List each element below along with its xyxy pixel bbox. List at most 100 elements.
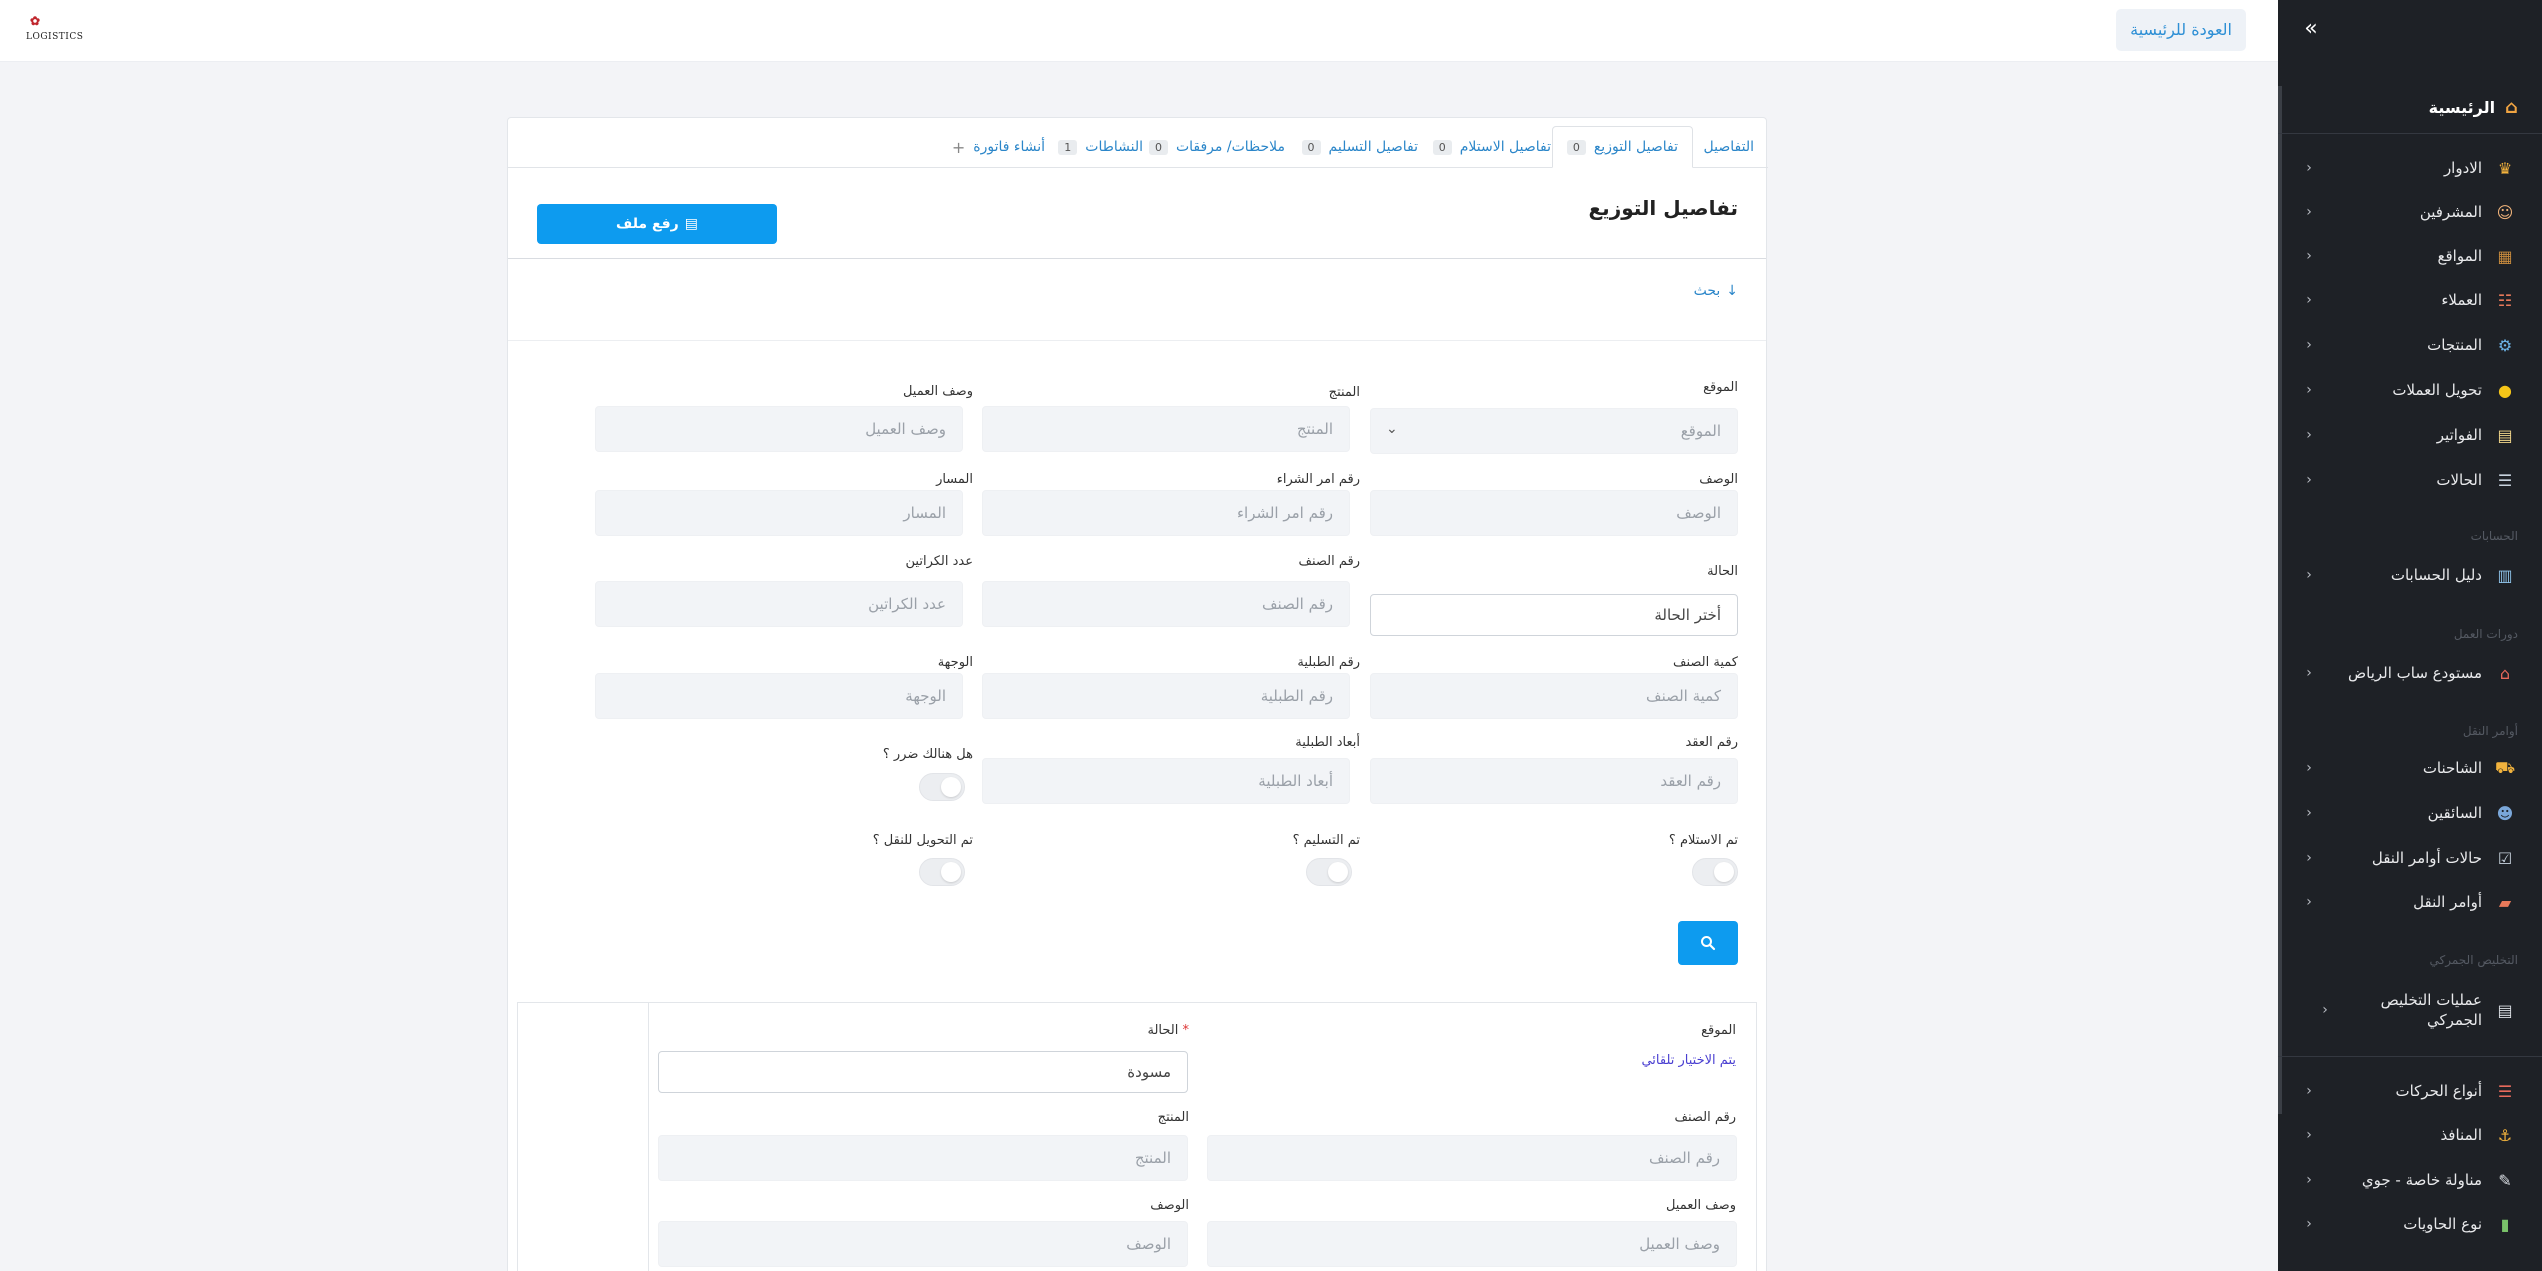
sidebar-item-container-types[interactable]: ▮ نوع الحاويات ‹ [2278,1204,2542,1244]
sidebar-home-label: الرئيسية [2428,98,2496,117]
subform-site-label: الموقع [1701,1023,1736,1038]
received-toggle[interactable] [1692,858,1738,886]
sidebar-item-currency[interactable]: ● تحويل العملات ‹ [2278,370,2542,410]
description-input[interactable]: الوصف [1370,490,1738,536]
tab-create-invoice[interactable]: أنشاء فاتورة + [938,126,1059,168]
subform-product-label: المنتج [1157,1110,1189,1125]
roles-icon: ♛ [2497,158,2513,178]
site-select[interactable]: الموقع [1370,408,1738,454]
chevron-left-icon: ‹ [2306,160,2312,176]
tab-notes-attachments[interactable]: ملاحظات/ مرفقات 0 [1135,126,1299,168]
orders-icon: ▰ [2498,892,2512,912]
products-icon: ⚙ [2497,335,2513,355]
containers-icon: ▮ [2500,1214,2510,1234]
driver-icon: ☻ [2496,803,2514,823]
delivered-label: تم التسليم ؟ [1292,833,1360,848]
chevron-left-icon: ‹ [2306,1127,2312,1143]
chevron-left-icon: ‹ [2322,1002,2328,1018]
chevron-left-icon: ‹ [2306,805,2312,821]
sidebar-item-supervisors[interactable]: ☺ المشرفين ‹ [2278,192,2542,232]
po-number-input[interactable]: رقم امر الشراء [982,490,1350,536]
cartons-input[interactable]: عدد الكراتين [595,581,963,627]
sidebar-item-label: السائقين [2427,803,2482,822]
sidebar-item-transport-statuses[interactable]: ☑ حالات أوامر النقل ‹ [2278,838,2542,878]
collapse-sidebar-icon[interactable]: » [2298,16,2324,42]
sidebar-item-roles[interactable]: ♛ الادوار ‹ [2278,148,2542,188]
sidebar-item-label: المنافذ [2440,1125,2482,1144]
chevron-left-icon: ‹ [2306,760,2312,776]
client-desc-input[interactable]: وصف العميل [595,406,963,452]
destination-input[interactable]: الوجهة [595,673,963,719]
subform-product-input[interactable]: المنتج [658,1135,1188,1181]
product-input[interactable]: المنتج [982,406,1350,452]
tab-delivery-details[interactable]: تفاصيل التسليم 0 [1288,126,1432,168]
sidebar-item-drivers[interactable]: ☻ السائقين ‹ [2278,793,2542,833]
tab-label: تفاصيل التسليم [1328,139,1418,155]
tab-distribution-details[interactable]: تفاصيل التوزيع 0 [1551,126,1693,168]
sidebar-item-label: مستودع ساب الرياض [2347,663,2482,682]
warehouse-icon: ⌂ [2499,663,2511,683]
chevron-left-icon: ‹ [2306,567,2312,583]
top-bar: ✿ LOGISTICS العودة للرئيسية [0,0,2278,62]
subform-item-number-input[interactable]: رقم الصنف [1207,1135,1737,1181]
subform-status-select[interactable]: مسودة [658,1051,1188,1093]
sidebar-item-warehouse[interactable]: ⌂ مستودع ساب الرياض ‹ [2278,653,2542,693]
customs-icon: ▤ [2497,1000,2513,1020]
subform-client-desc-input[interactable]: وصف العميل [1207,1221,1737,1267]
sidebar-item-trucks[interactable]: ⛟ الشاحنات ‹ [2278,748,2542,788]
contract-number-input[interactable]: رقم العقد [1370,758,1738,804]
item-number-input[interactable]: رقم الصنف [982,581,1350,627]
sidebar-item-transport-orders[interactable]: ▰ أوامر النقل ‹ [2278,882,2542,922]
status-select[interactable]: أختر الحالة [1370,594,1738,636]
sidebar-item-clients[interactable]: ☷ العملاء ‹ [2278,280,2542,320]
contract-number-label: رقم العقد [1685,735,1738,750]
sidebar-item-home[interactable]: ⌂ الرئيسية [2278,82,2542,134]
product-label: المنتج [1328,385,1360,400]
upload-file-button[interactable]: ▤ رفع ملف [537,204,777,244]
sidebar-item-air-handling[interactable]: ✎ مناولة خاصة - جوي ‹ [2278,1160,2542,1200]
auto-select-text: يتم الاختيار تلقائي [1641,1053,1736,1068]
damage-toggle[interactable] [919,773,965,801]
sidebar-item-customs[interactable]: ▤ عمليات التخليص الجمركي ‹ [2278,988,2542,1032]
pallet-number-label: رقم الطبلية [1297,655,1360,670]
clients-icon: ☷ [2497,290,2513,310]
tab-receipt-details[interactable]: تفاصيل الاستلام 0 [1419,126,1565,168]
pallet-dims-input[interactable]: أبعاد الطبلية [982,758,1350,804]
site-label: الموقع [1703,380,1738,395]
item-qty-input[interactable]: كمية الصنف [1370,673,1738,719]
chevron-left-icon: ‹ [2306,1172,2312,1188]
tab-label: تفاصيل الاستلام [1459,139,1551,155]
sidebar-item-products[interactable]: ⚙ المنتجات ‹ [2278,325,2542,365]
pallet-number-input[interactable]: رقم الطبلية [982,673,1350,719]
search-toggle[interactable]: ↓ بحث [1694,283,1738,299]
divider [508,258,1766,259]
tab-activities[interactable]: النشاطات 1 [1044,126,1157,168]
sidebar-item-label: الحالات [2436,470,2482,489]
description-label: الوصف [1699,472,1738,487]
tab-details[interactable]: التفاصيل [1690,126,1768,168]
sidebar-item-movement-types[interactable]: ☰ أنواع الحركات ‹ [2278,1071,2542,1111]
sidebar-item-ports[interactable]: ⚓ المنافذ ‹ [2278,1115,2542,1155]
route-input[interactable]: المسار [595,490,963,536]
arrow-down-icon: ↓ [1726,283,1738,299]
air-handling-icon: ✎ [2498,1170,2512,1190]
back-home-button[interactable]: العودة للرئيسية [2116,9,2246,51]
search-button[interactable] [1678,921,1738,965]
sidebar-item-invoices[interactable]: ▤ الفواتير ‹ [2278,415,2542,455]
received-label: تم الاستلام ؟ [1668,833,1738,848]
sidebar-item-label: دليل الحسابات [2390,565,2482,584]
tab-count-badge: 1 [1058,139,1078,155]
delivered-toggle[interactable] [1306,858,1352,886]
logo[interactable]: ✿ LOGISTICS [26,14,83,48]
chevron-left-icon: ‹ [2306,894,2312,910]
sites-icon: ▦ [2497,246,2513,266]
sidebar-item-statuses[interactable]: ☰ الحالات ‹ [2278,460,2542,500]
subform-description-input[interactable]: الوصف [658,1221,1188,1267]
tab-label: ملاحظات/ مرفقات [1175,139,1285,155]
transferred-toggle[interactable] [919,858,965,886]
sidebar-item-accounts[interactable]: ▥ دليل الحسابات ‹ [2278,555,2542,595]
sidebar-item-label: الفواتير [2436,425,2482,444]
tab-count-badge: 0 [1566,139,1586,155]
sidebar-item-sites[interactable]: ▦ المواقع ‹ [2278,236,2542,276]
sidebar-item-label: الشاحنات [2422,758,2482,777]
